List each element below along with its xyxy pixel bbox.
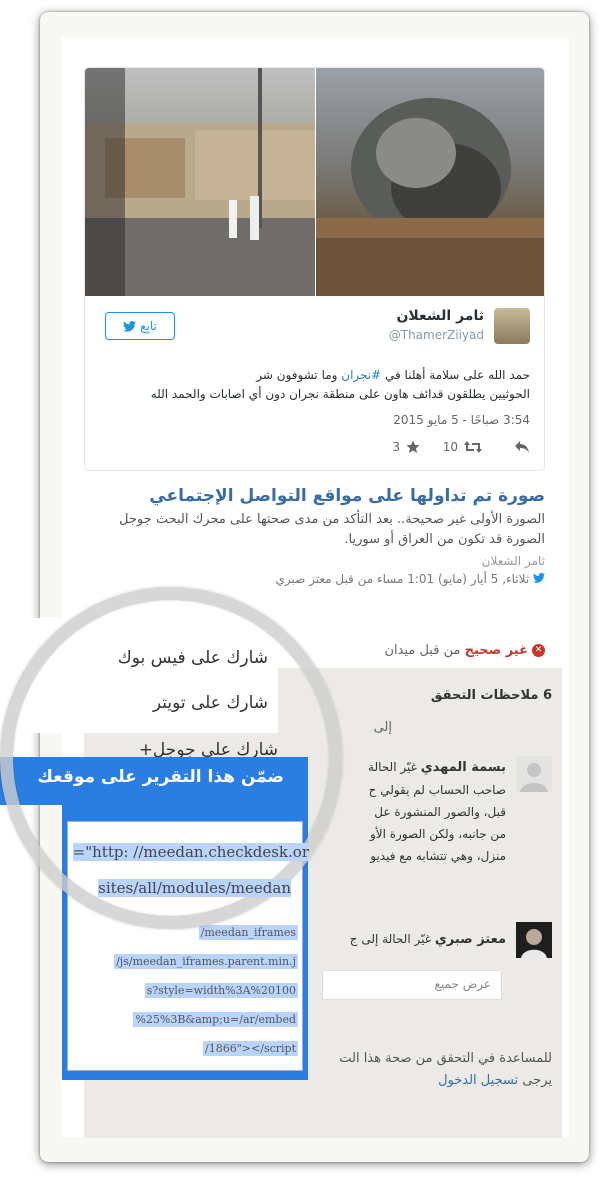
report-title[interactable]: صورة تم تداولها على مواقع التواصل الإجتم… [84, 484, 545, 508]
explosion-scene-image [316, 98, 544, 296]
twitter-bird-icon [123, 320, 137, 332]
report-description: الصورة الأولى غير صحيحة.. بعد التأكد من … [119, 512, 545, 547]
retweet-icon[interactable] [464, 440, 482, 457]
report-meta-text: ثلاثاء, 5 أيار (مايو) 1:01 مساء من قبل م… [275, 572, 530, 586]
tweet-text-line2: الحوثيين يطلقون قدائف هاون على منطقة نجر… [150, 387, 530, 401]
embed-report-item[interactable]: ضمّن هذا التقرير على موقعك [0, 757, 308, 805]
like-count: 3 [392, 440, 400, 454]
note-author[interactable]: معتز صبري [435, 932, 506, 947]
report-block: صورة تم تداولها على مواقع التواصل الإجتم… [84, 484, 545, 586]
tweet-photo-street[interactable] [85, 68, 315, 296]
user-photo-icon [516, 922, 552, 958]
code-line: /meedan_iframes [198, 925, 298, 940]
report-meta: ثلاثاء, 5 أيار (مايو) 1:01 مساء من قبل م… [84, 572, 545, 586]
code-line: s?style=width%3A%20100 [144, 983, 298, 998]
note-action: غيّر الحالة إلى ج [349, 932, 431, 946]
default-avatar-icon [516, 756, 552, 792]
tweet-date[interactable]: 3:54 صباحًا - 5 مايو 2015 [393, 413, 530, 427]
retweet-count: 10 [442, 440, 458, 454]
embedded-tweet: ثامر الشعلان @ThamerZiiyad تابِع حمد الل… [84, 67, 545, 471]
help-line: للمساعدة في التحقق من صحة هذا الت [339, 1051, 552, 1066]
code-line: %25%3B&amp;u=/ar/embed [133, 1012, 298, 1027]
login-prefix: يرجى [522, 1073, 552, 1088]
tweet-photo-explosion[interactable] [316, 68, 544, 296]
tweet-text-line1: حمد الله على سلامة أهلنا في #نجران وما ت… [99, 366, 530, 385]
tweet-actions: 10 3 [99, 440, 530, 462]
note-action: غيّر الحالة [368, 760, 417, 774]
share-menu: شارك على فيس بوك شارك على تويتر [30, 618, 278, 733]
tweet-author-name[interactable]: ثامر الشعلان [396, 308, 484, 324]
note-author[interactable]: بسمة المهدي [421, 760, 506, 775]
tweet-author-avatar[interactable] [494, 308, 530, 344]
login-link[interactable]: تسجيل الدخول [438, 1073, 518, 1088]
notes-top-fragment: إلى [373, 720, 392, 735]
tweet-text-part: حمد الله على سلامة أهلنا في [381, 368, 530, 382]
embed-code-box: /meedan_iframes /js/meedan_iframes.paren… [62, 805, 308, 1080]
help-text: للمساعدة في التحقق من صحة هذا الت يرجى ت… [339, 1048, 552, 1092]
tweet-text-part: وما تشوفون شر [256, 368, 342, 382]
twitter-bird-icon [533, 572, 545, 583]
tweet-header: ثامر الشعلان @ThamerZiiyad تابِع [99, 308, 530, 348]
avatar[interactable] [516, 756, 552, 792]
show-all-button[interactable]: عرض جميع [322, 970, 502, 1000]
notes-heading: 6 ملاحظات التحقق [430, 688, 552, 703]
hashtag-link[interactable]: #نجران [341, 368, 381, 382]
reply-icon[interactable] [514, 440, 530, 457]
share-facebook-item[interactable]: شارك على فيس بوك [118, 648, 268, 668]
status-label: غير صحيح [464, 643, 528, 658]
like-star-icon[interactable] [406, 440, 420, 457]
code-line: /1866"></script [203, 1041, 298, 1056]
share-twitter-item[interactable]: شارك على تويتر [153, 693, 268, 713]
tweet-author-handle[interactable]: @ThamerZiiyad [389, 328, 484, 342]
tweet-text: حمد الله على سلامة أهلنا في #نجران وما ت… [99, 366, 530, 404]
status-by: من قبل ميدان [384, 643, 461, 658]
avatar[interactable] [516, 922, 552, 958]
code-line: /js/meedan_iframes.parent.min.j [114, 954, 298, 969]
report-author[interactable]: ثامر الشعلان [84, 554, 545, 568]
false-status-icon: ✕ [532, 644, 545, 657]
follow-button[interactable]: تابِع [105, 312, 175, 340]
street-scene-image [85, 68, 315, 296]
follow-label: تابِع [140, 319, 157, 333]
embed-label: ضمّن هذا التقرير على موقعك [37, 767, 284, 787]
embed-code-textarea[interactable]: /meedan_iframes /js/meedan_iframes.paren… [67, 821, 303, 1071]
